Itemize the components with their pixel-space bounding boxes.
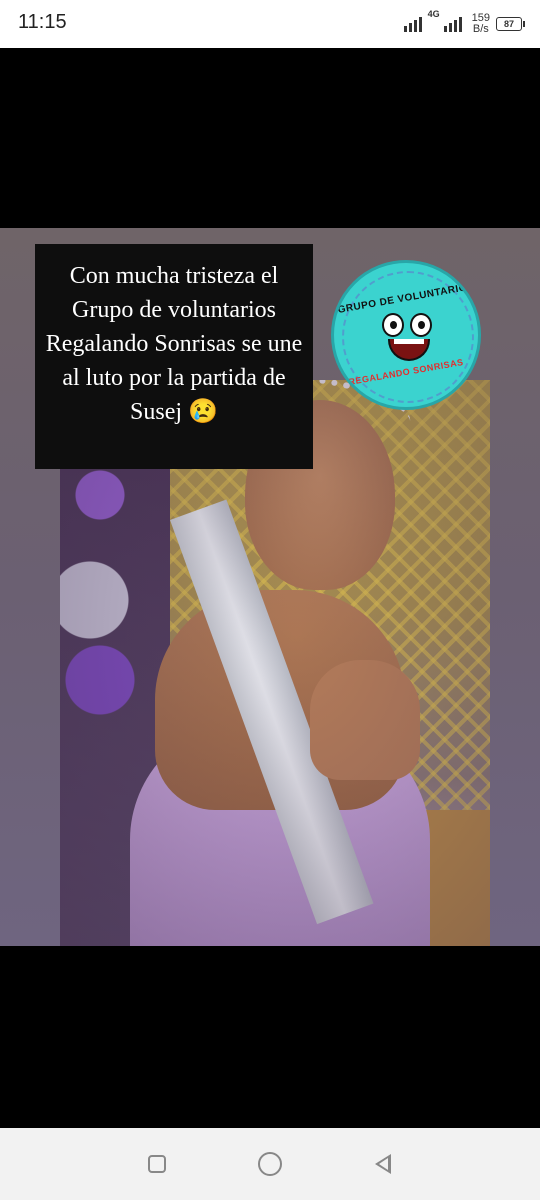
left-eye [382,313,404,337]
network-type: 4G [427,9,440,19]
back-button[interactable] [363,1144,403,1184]
mouth [388,339,430,361]
home-button[interactable] [250,1144,290,1184]
status-icons: 4G 159 B/s 87 [403,9,525,38]
letterbox-top [0,48,540,228]
speed-unit: B/s [472,23,489,35]
circle-icon [257,1152,282,1176]
recent-apps-button[interactable] [137,1144,177,1184]
signal-icon-2 [443,16,462,32]
caption-text: Con mucha tristeza el Grupo de voluntari… [45,263,303,425]
square-icon [147,1155,166,1173]
battery-icon: 87 [496,17,525,31]
smiley-face-icon [374,313,440,367]
caption-box: Con mucha tristeza el Grupo de voluntari… [35,244,313,469]
signal-icon [403,16,422,32]
post-image[interactable]: Con mucha tristeza el Grupo de voluntari… [0,228,540,946]
status-bar: 11:15 4G 159 B/s 87 [0,0,540,48]
right-eye [410,313,432,337]
network-speed: 159 B/s [472,13,490,35]
navigation-bar [0,1128,540,1200]
volunteer-group-logo: GRUPO DE VOLUNTARIOS REGALANDO SONRISAS [331,260,481,410]
letterbox-bottom [0,946,540,1128]
triangle-back-icon [375,1154,392,1174]
status-time: 11:15 [18,11,67,33]
